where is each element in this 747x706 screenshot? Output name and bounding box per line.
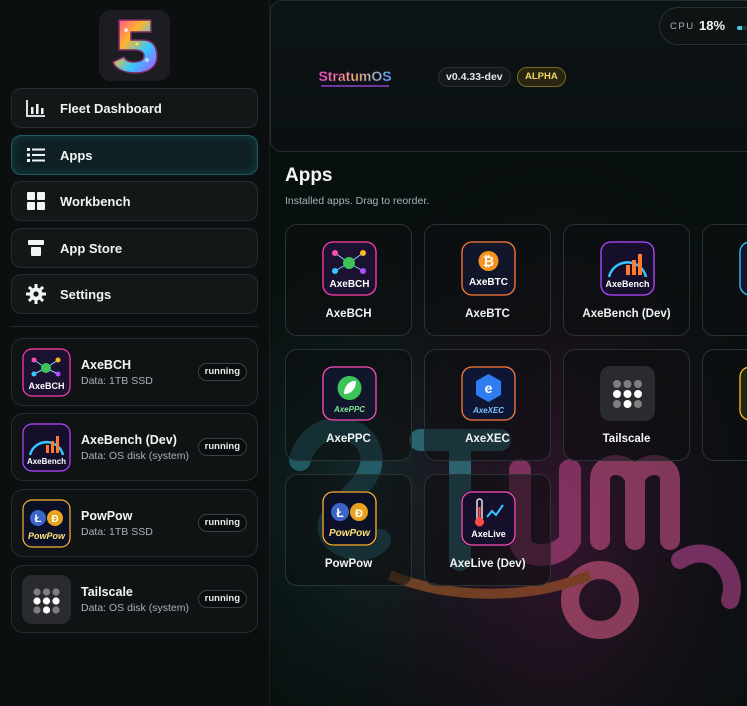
status-badge: running [197,590,247,608]
app-tile-axebench[interactable]: AxeBench AxeBench (Dev) [563,224,690,336]
nav-label: App Store [60,240,123,256]
running-app-card[interactable]: AxeBCH AxeBCH Data: 1TB SSD running [11,338,258,406]
svg-text:PowPow: PowPow [28,531,66,541]
cpu-label: CPU [670,21,695,32]
svg-text:AxeLive: AxeLive [471,529,506,539]
cpu-bar [737,26,747,30]
cpu-value: 18% [699,18,726,33]
sidebar: Fleet Dashboard Apps Workbench App Store… [0,0,270,706]
app-icon [739,241,747,296]
axebch-icon: AxeBCH [322,241,377,296]
nav-app-store[interactable]: App Store [11,228,258,268]
store-icon [25,237,47,259]
cpu-bar-fill [737,26,743,30]
nav-apps[interactable]: Apps [11,135,258,175]
svg-text:AxePPC: AxePPC [333,405,365,414]
axebtc-icon: ₿ AxeBTC [461,241,516,296]
app-tile-axelive[interactable]: AxeLive AxeLive (Dev) [424,474,551,586]
axebch-icon: AxeBCH [22,348,71,397]
svg-text:AxeBCH: AxeBCH [28,381,64,391]
svg-text:e: e [485,380,493,396]
svg-text:AxeBCH: AxeBCH [329,279,369,290]
app-tile-label: AxePPC [326,433,371,445]
nav-settings[interactable]: Settings [11,274,258,314]
nav-label: Settings [60,286,112,302]
bar-chart-icon [25,97,47,119]
app-icon [739,366,747,421]
svg-text:AxeBench: AxeBench [605,279,649,289]
brand-text: StratumOS [318,68,391,84]
app-tile-label: AxeLive (Dev) [449,558,526,570]
stratumos-brand-logo: StratumOS [315,63,395,93]
app-tile-label: AxeXEC [465,433,510,445]
running-app-name: Tailscale [81,585,133,599]
page-subtitle: Installed apps. Drag to reorder. [285,195,430,207]
running-app-card[interactable]: Tailscale Data: OS disk (system) running [11,565,258,633]
sidebar-divider [11,326,258,327]
tailscale-icon [22,575,71,624]
running-app-data: Data: 1TB SSD [81,375,153,387]
svg-text:₿: ₿ [483,253,494,269]
axebench-icon: AxeBench [600,241,655,296]
app-tile-label: Tailscale [602,433,651,445]
svg-text:Ð: Ð [51,514,58,525]
main-content: StratumOS v0.4.33-dev ALPHA CPU 18% Apps… [270,0,747,706]
powpow-icon: Ł Ð PowPow [322,491,377,546]
svg-text:AxeBTC: AxeBTC [469,277,508,288]
version-badge: v0.4.33-dev [438,67,511,87]
cpu-indicator: CPU 18% [659,7,747,45]
app-tile-label: AxeBTC [465,308,510,320]
gear-icon [25,283,47,305]
svg-text:AxeXEC: AxeXEC [472,406,504,415]
nav-label: Apps [60,147,93,163]
nav-label: Fleet Dashboard [60,100,162,116]
header-card: StratumOS v0.4.33-dev ALPHA CPU 18% [270,0,747,152]
axeppc-icon: AxePPC [322,366,377,421]
svg-text:Ł: Ł [336,506,343,520]
app-tile-tailscale[interactable]: Tailscale [563,349,690,461]
page-title: Apps [285,165,333,186]
app-tile-axexec[interactable]: e AxeXEC AxeXEC [424,349,551,461]
app-tile-powpow[interactable]: Ł Ð PowPow PowPow [285,474,412,586]
tailscale-icon [600,366,655,421]
status-badge: running [197,438,247,456]
running-app-card[interactable]: AxeBench AxeBench (Dev) Data: OS disk (s… [11,413,258,481]
app-tile-axebch[interactable]: AxeBCH AxeBCH [285,224,412,336]
axexec-icon: e AxeXEC [461,366,516,421]
app-tile-label: AxeBench (Dev) [582,308,671,320]
app-tile-partial[interactable] [702,224,747,336]
status-badge: running [197,514,247,532]
powpow-icon: Ł Ð PowPow [22,499,71,548]
nav-fleet-dashboard[interactable]: Fleet Dashboard [11,88,258,128]
list-icon [25,144,47,166]
stratumos-logo-icon[interactable] [99,10,170,81]
running-app-name: AxeBench (Dev) [81,433,177,447]
running-app-data: Data: 1TB SSD [81,526,153,538]
nav-label: Workbench [60,193,131,209]
app-tile-label: PowPow [324,558,373,570]
status-badge: running [197,363,247,381]
axelive-icon: AxeLive [461,491,516,546]
running-app-card[interactable]: Ł Ð PowPow PowPow Data: 1TB SSD running [11,489,258,557]
app-tile-axeppc[interactable]: AxePPC AxePPC [285,349,412,461]
running-app-data: Data: OS disk (system) [81,450,189,462]
svg-text:Ł: Ł [35,513,42,525]
running-app-name: AxeBCH [81,358,132,372]
running-app-name: PowPow [81,509,133,523]
axebench-icon: AxeBench [22,423,71,472]
app-tile-axebtc[interactable]: ₿ AxeBTC AxeBTC [424,224,551,336]
alpha-badge: ALPHA [517,67,566,87]
grid-icon [25,190,47,212]
svg-text:Ð: Ð [355,508,363,520]
svg-text:PowPow: PowPow [329,528,371,539]
nav-workbench[interactable]: Workbench [11,181,258,221]
app-tile-partial[interactable] [702,349,747,461]
svg-text:AxeBench: AxeBench [27,457,66,466]
running-app-data: Data: OS disk (system) [81,602,189,614]
app-tile-label: AxeBCH [325,308,372,320]
